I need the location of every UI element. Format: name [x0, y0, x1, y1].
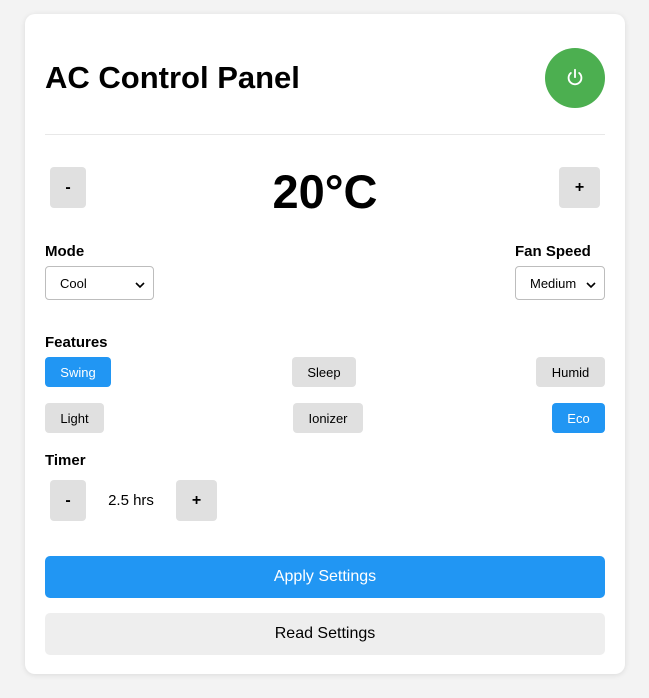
- fan-speed-select-value: Medium: [530, 275, 577, 291]
- temperature-display: 20°C: [272, 165, 378, 218]
- mode-label: Mode: [45, 243, 85, 260]
- feature-light-button[interactable]: Light: [45, 403, 104, 433]
- features-label: Features: [45, 334, 108, 351]
- mode-select-value: Cool: [60, 275, 87, 291]
- timer-display: 2.5 hrs: [108, 492, 154, 509]
- header-divider: [45, 134, 605, 135]
- timer-label: Timer: [45, 452, 86, 469]
- mode-select[interactable]: Cool: [45, 266, 154, 300]
- ac-control-card: AC Control Panel - 20°C + Mode Cool Fan …: [25, 14, 625, 674]
- chevron-down-icon: [586, 278, 596, 289]
- apply-settings-button[interactable]: Apply Settings: [45, 556, 605, 598]
- chevron-down-icon: [135, 278, 145, 289]
- feature-swing-button[interactable]: Swing: [45, 357, 111, 387]
- feature-humid-button[interactable]: Humid: [536, 357, 605, 387]
- timer-increase-button[interactable]: +: [176, 480, 217, 521]
- feature-ionizer-button[interactable]: Ionizer: [293, 403, 363, 433]
- feature-sleep-button[interactable]: Sleep: [292, 357, 356, 387]
- temperature-decrease-button[interactable]: -: [50, 167, 86, 208]
- timer-decrease-button[interactable]: -: [50, 480, 86, 521]
- page-title: AC Control Panel: [45, 60, 300, 95]
- fan-speed-label: Fan Speed: [515, 243, 591, 260]
- power-button[interactable]: [545, 48, 605, 108]
- power-icon: [564, 67, 586, 89]
- read-settings-button[interactable]: Read Settings: [45, 613, 605, 655]
- temperature-increase-button[interactable]: +: [559, 167, 600, 208]
- fan-speed-select[interactable]: Medium: [515, 266, 605, 300]
- feature-eco-button[interactable]: Eco: [552, 403, 605, 433]
